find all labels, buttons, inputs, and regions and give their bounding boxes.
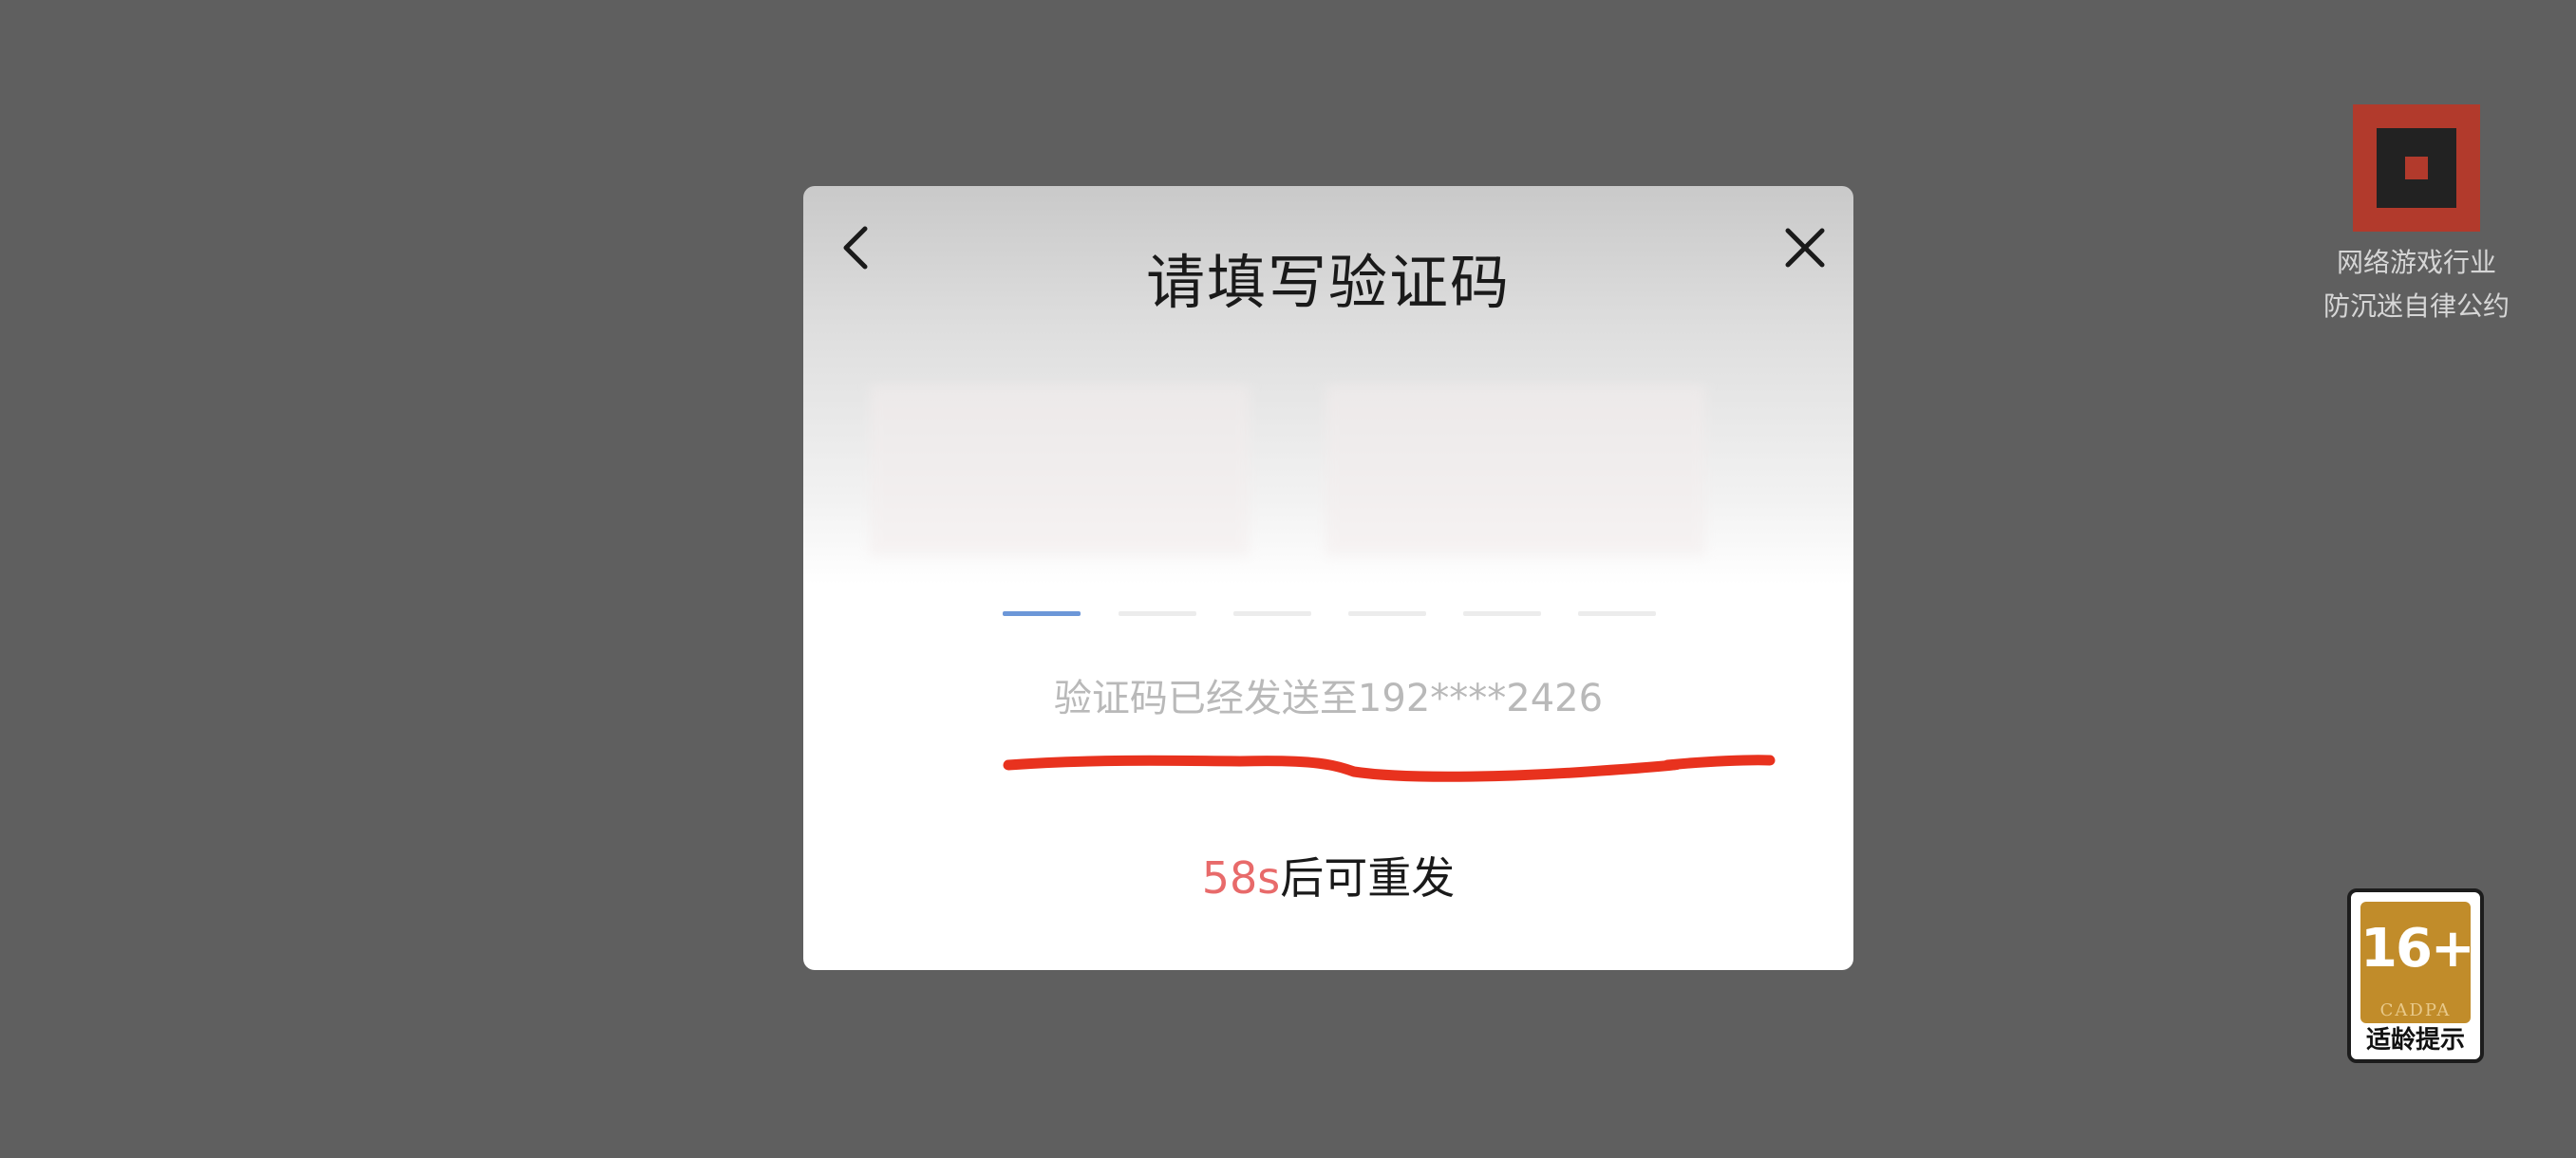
code-input[interactable] [1003, 611, 1658, 621]
age-rating-org: CADPA [2379, 1000, 2452, 1020]
age-rating-number: 16+ [2360, 918, 2475, 980]
pledge-logo-icon [2353, 104, 2480, 232]
code-slot[interactable] [1578, 611, 1656, 616]
code-slot[interactable] [1463, 611, 1541, 616]
code-sent-message: 验证码已经发送至192****2426 [1053, 677, 1604, 720]
pledge-line-2: 防沉迷自律公约 [2322, 290, 2510, 322]
anti-addiction-pledge: 网络游戏行业 防沉迷自律公约 [2307, 104, 2526, 328]
pledge-text: 网络游戏行业 防沉迷自律公约 [2307, 241, 2526, 328]
countdown-seconds: 58s [1201, 852, 1281, 904]
resend-countdown: 58s后可重发 [803, 848, 1853, 908]
code-slot[interactable] [1233, 611, 1311, 616]
age-rating-badge: 16+ CADPA 适龄提示 [2347, 888, 2484, 1063]
blurred-region [870, 385, 1724, 556]
resend-suffix: 后可重发 [1280, 852, 1456, 904]
age-rating-icon: 16+ CADPA [2360, 902, 2475, 1023]
code-slot[interactable] [1348, 611, 1426, 616]
dialog-title: 请填写验证码 [1145, 248, 1511, 317]
code-slot[interactable] [1003, 611, 1081, 616]
code-slot[interactable] [1119, 611, 1196, 616]
pledge-line-1: 网络游戏行业 [2336, 247, 2496, 278]
verification-dialog: 请填写验证码 验证码已经发送至192****2426 58s后可重发 [803, 186, 1853, 970]
age-rating-label: 适龄提示 [2365, 1026, 2465, 1055]
